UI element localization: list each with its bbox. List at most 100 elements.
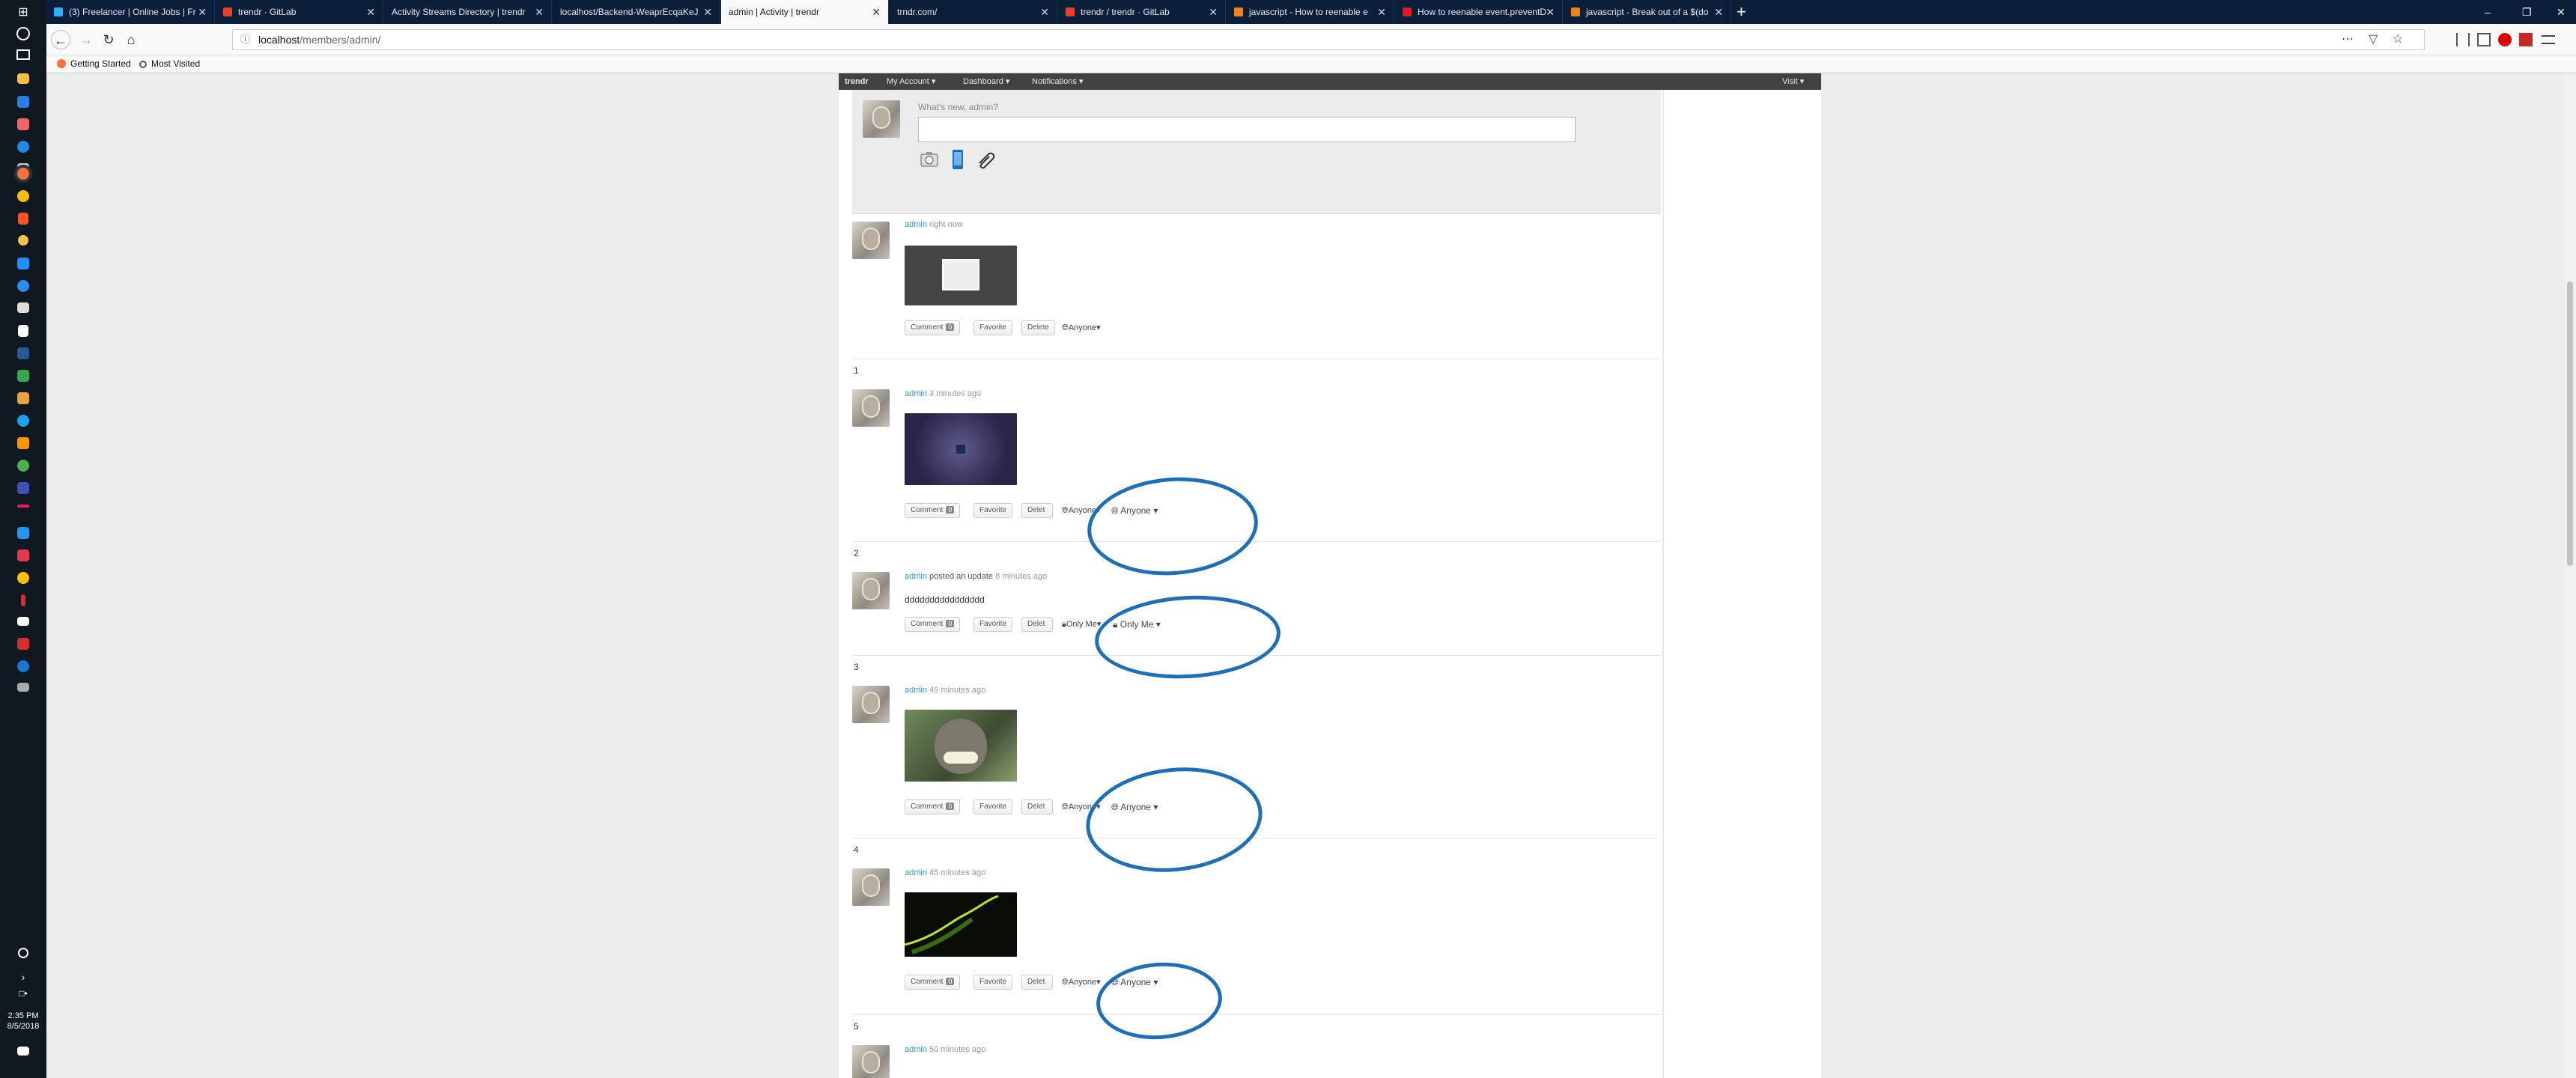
activity-image[interactable] [905,413,1017,485]
app-icon[interactable] [21,594,25,606]
app-icon[interactable] [17,280,29,292]
windows-start-icon[interactable]: ⊞ [15,4,31,21]
attachment-icon[interactable] [975,148,997,171]
avatar[interactable] [852,389,890,427]
close-tab-icon[interactable]: ✕ [535,0,544,24]
menu-icon[interactable] [2542,35,2555,44]
activity-time[interactable]: right now [929,220,963,229]
close-tab-icon[interactable]: ✕ [703,0,712,24]
close-tab-icon[interactable]: ✕ [1714,0,1723,24]
tab-reenable-event[interactable]: How to reenable event.preventD ✕ [1395,0,1563,24]
close-window-icon[interactable]: ✕ [2557,0,2566,24]
activity-time[interactable]: 3 minutes ago [929,389,981,398]
tab-trendr-gitlab[interactable]: trendr / trendr · GitLab ✕ [1058,0,1226,24]
tab-stackoverflow-1[interactable]: javascript - How to reenable e ✕ [1227,0,1394,24]
forward-button[interactable]: → [76,30,96,49]
activity-image[interactable] [905,710,1017,782]
delete-button[interactable]: Delet [1021,975,1053,990]
new-tab-button[interactable]: + [1737,0,1746,24]
app-icon[interactable] [17,683,29,692]
phpstorm-icon[interactable] [17,96,29,108]
close-tab-icon[interactable]: ✕ [1209,0,1218,24]
firefox-icon[interactable] [17,168,29,180]
home-button[interactable]: ⌂ [121,30,141,49]
delete-button[interactable]: Delet [1021,503,1053,518]
user-link[interactable]: admin [905,220,927,229]
activity-time[interactable]: 50 minutes ago [929,1045,985,1054]
delete-button[interactable]: Delete [1021,320,1055,335]
avatar[interactable] [863,100,900,138]
avatar[interactable] [852,222,890,259]
app-icon[interactable] [17,415,29,427]
app-icon[interactable] [17,572,29,584]
comment-button[interactable]: Comment 0 [905,320,961,335]
calendar-icon[interactable] [17,302,29,313]
privacy-dropdown[interactable]: 🔒︎Only Me▾ [1062,617,1101,632]
favorite-button[interactable]: Favorite [973,320,1013,335]
user-link[interactable]: admin [905,686,927,695]
close-tab-icon[interactable]: ✕ [872,0,881,24]
activity-time[interactable]: 45 minutes ago [929,686,985,695]
user-link[interactable]: admin [905,868,927,877]
admin-bar-visit[interactable]: Visit ▾ [1782,73,1804,90]
activity-time[interactable]: 45 minutes ago [929,868,985,877]
network-volume-icon[interactable]: □• [15,985,31,1002]
activity-image[interactable] [905,246,1017,305]
tab-stackoverflow-2[interactable]: javascript - Break out of a $(do ✕ [1564,0,1731,24]
bookmark-getting-started[interactable]: Getting Started [57,58,131,69]
comment-button[interactable]: Comment 0 [905,800,961,814]
edge-icon[interactable] [17,141,29,153]
adblock-icon[interactable] [2498,33,2512,46]
close-tab-icon[interactable]: ✕ [366,0,375,24]
tab-gitlab[interactable]: trendr · GitLab ✕ [216,0,383,24]
admin-bar-dashboard[interactable]: Dashboard ▾ [963,73,1009,90]
app-icon[interactable] [17,370,29,382]
scrollbar-thumb[interactable] [2567,281,2573,566]
extension-icon[interactable] [2519,33,2533,46]
library-icon[interactable] [2456,33,2470,46]
comment-button[interactable]: Comment 0 [905,975,961,990]
user-link[interactable]: admin [905,572,927,581]
privacy-dropdown[interactable]: 🌐︎Anyone▾ [1062,320,1101,335]
cortana-icon[interactable] [16,27,30,40]
document-icon[interactable] [18,325,28,337]
back-button[interactable]: ← [51,30,70,49]
site-info-icon[interactable]: ⓘ [240,30,250,49]
close-tab-icon[interactable]: ✕ [1546,0,1555,24]
app-icon[interactable] [17,258,29,270]
privacy-dropdown[interactable]: 🌐︎Anyone▾ [1062,975,1101,990]
chrome-icon[interactable] [17,190,29,202]
page-scrollbar[interactable] [2564,73,2576,1078]
activity-image[interactable] [905,892,1017,957]
slack-icon[interactable] [17,392,29,404]
avatar[interactable] [852,868,890,906]
favorite-button[interactable]: Favorite [973,617,1013,632]
activity-time[interactable]: 8 minutes ago [995,572,1047,581]
pocket-icon[interactable]: ▽ [2369,30,2378,49]
admin-bar-my-account[interactable]: My Account ▾ [887,73,935,90]
search-icon[interactable] [18,235,28,246]
taskbar-time[interactable]: 2:35 PM [0,1011,46,1021]
chevron-right-icon[interactable]: › [15,969,31,985]
avatar[interactable] [852,572,890,609]
admin-bar-notifications[interactable]: Notifications ▾ [1032,73,1084,90]
avatar[interactable] [852,1045,890,1078]
file-explorer-icon[interactable] [17,73,29,84]
tab-trndr[interactable]: trndr.com/ ✕ [890,0,1057,24]
delete-button[interactable]: Delet [1021,800,1053,814]
whats-new-textarea[interactable] [918,117,1576,142]
app-icon[interactable] [17,118,29,130]
notifications-icon[interactable] [17,1047,29,1056]
mail-icon[interactable] [17,617,29,626]
close-tab-icon[interactable]: ✕ [198,0,207,24]
app-icon[interactable] [17,527,29,539]
url-bar[interactable]: ⓘ localhost/members/admin/ ⋯ ▽ ☆ [232,29,2425,50]
favorite-button[interactable]: Favorite [973,975,1013,990]
favorite-button[interactable]: Favorite [973,503,1013,518]
admin-bar-site[interactable]: trendr [845,73,869,90]
favorite-button[interactable]: Favorite [973,800,1013,814]
sidebar-icon[interactable] [2477,33,2491,46]
close-tab-icon[interactable]: ✕ [1040,0,1049,24]
user-link[interactable]: admin [905,389,927,398]
bookmark-star-icon[interactable]: ☆ [2393,30,2403,49]
